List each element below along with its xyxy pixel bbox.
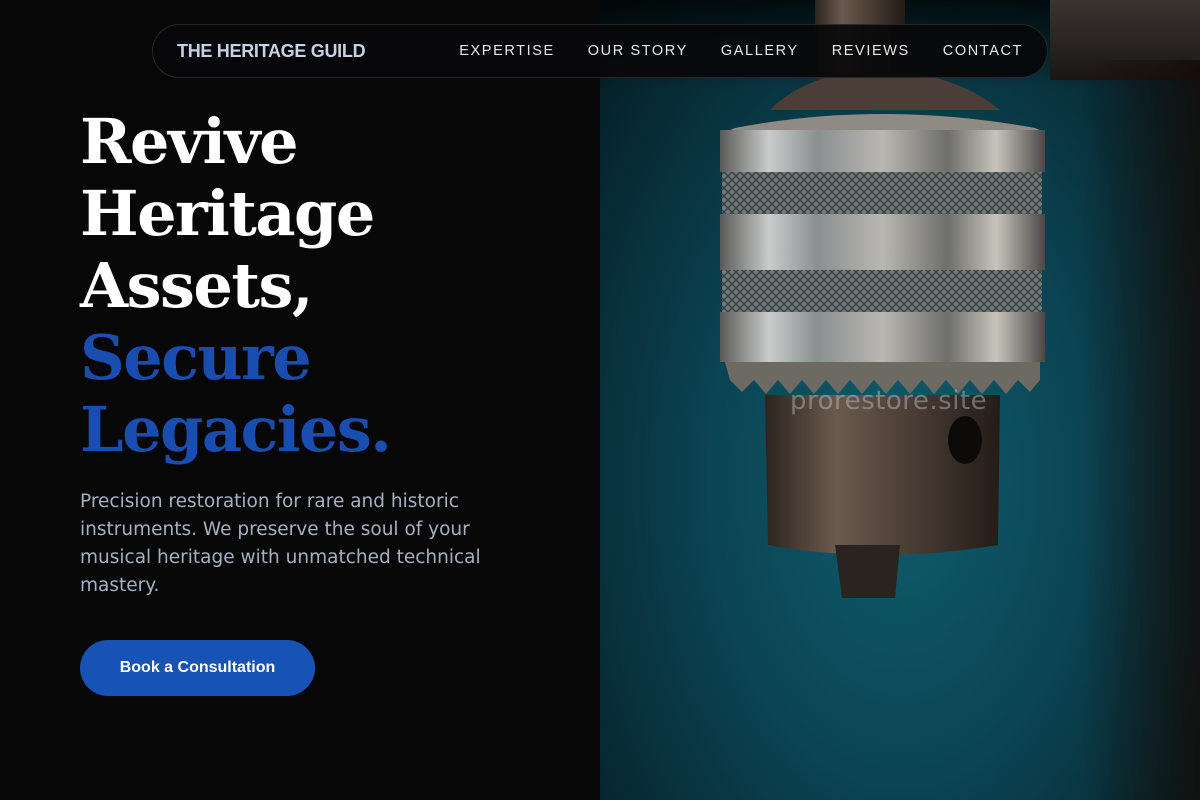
headline-accent-line: Legacies.: [80, 393, 392, 466]
chuck-top-shape: [730, 114, 1040, 130]
nav-link-gallery[interactable]: GALLERY: [721, 43, 799, 59]
book-consultation-button[interactable]: Book a Consultation: [80, 640, 315, 696]
chuck-knurl-1: [722, 172, 1042, 214]
chuck-jaws-shape: [835, 545, 900, 598]
hero-lead-text: Precision restoration for rare and histo…: [80, 491, 481, 596]
image-watermark: prorestore.site: [790, 386, 988, 416]
nav-links: EXPERTISE OUR STORY GALLERY REVIEWS CONT…: [426, 43, 1023, 59]
key-hole-shape: [948, 416, 982, 464]
chuck-band-1: [720, 130, 1045, 172]
chuck-band-2: [720, 214, 1045, 270]
brand-logo[interactable]: THE HERITAGE GUILD: [177, 41, 366, 62]
nav-link-contact[interactable]: CONTACT: [943, 43, 1023, 59]
top-navbar: THE HERITAGE GUILD EXPERTISE OUR STORY G…: [152, 24, 1048, 78]
nav-link-our-story[interactable]: OUR STORY: [588, 43, 688, 59]
headline-line: Heritage: [80, 177, 375, 250]
chuck-band-3: [720, 312, 1045, 362]
nav-link-reviews[interactable]: REVIEWS: [832, 43, 910, 59]
headline-line: Revive: [80, 105, 299, 178]
hero-headline: Revive Heritage Assets, Secure Legacies.: [80, 106, 560, 466]
nav-link-expertise[interactable]: EXPERTISE: [459, 43, 555, 59]
chuck-knurl-2: [722, 270, 1042, 312]
headline-accent-line: Secure: [80, 321, 312, 394]
headline-line: Assets,: [80, 249, 314, 322]
